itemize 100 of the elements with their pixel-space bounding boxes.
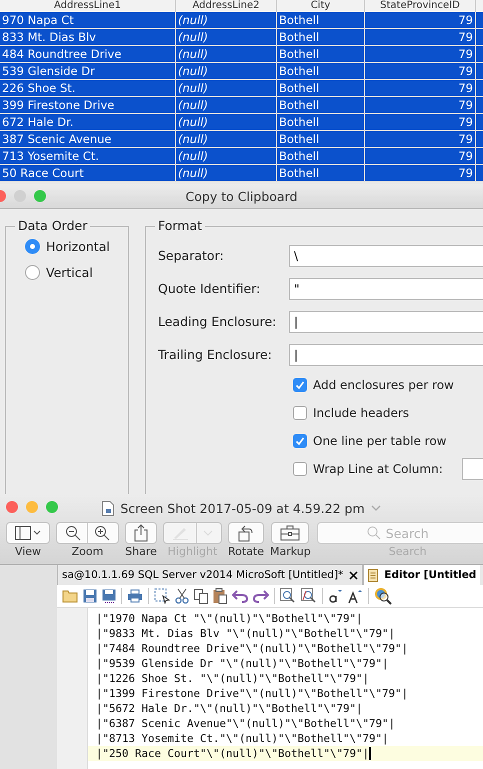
- table-cell: (null): [176, 97, 277, 113]
- table-cell: 79: [365, 46, 476, 62]
- table-row[interactable]: 226 Shoe St. (null) Bothell 79: [0, 80, 483, 97]
- copy-icon[interactable]: [194, 588, 208, 604]
- table-cell: 79: [365, 29, 476, 45]
- code-line: |"1399 Firestone Drive"\"(null)"\"Bothell"\"79"|: [96, 687, 408, 700]
- replace-icon[interactable]: [301, 588, 317, 604]
- code-line: |"1226 Shoe St. "\"(null)"\"Bothell"\"79"|: [96, 672, 370, 685]
- table-cell: 539 Glenside Dr: [0, 63, 176, 79]
- field-label: Leading Enclosure:: [158, 314, 278, 329]
- radio-button[interactable]: [25, 265, 40, 280]
- table-cell: 79: [365, 165, 476, 181]
- input-field[interactable]: \: [289, 244, 483, 266]
- table-cell: (null): [176, 131, 277, 147]
- checkbox[interactable]: [293, 378, 307, 392]
- table-cell: (null): [176, 165, 277, 181]
- toolbar-button[interactable]: [6, 522, 50, 544]
- radio-label[interactable]: Horizontal: [46, 239, 110, 254]
- table-cell: Bothell: [277, 97, 365, 113]
- table-row[interactable]: 672 Hale Dr. (null) Bothell 79: [0, 114, 483, 131]
- table-row[interactable]: 713 Yosemite Ct. (null) Bothell 79: [0, 148, 483, 165]
- font-smaller-icon[interactable]: [328, 588, 342, 604]
- table-cell: 79: [365, 148, 476, 164]
- table-cell: 79: [365, 63, 476, 79]
- table-row[interactable]: 50 Race Court (null) Bothell 79: [0, 165, 483, 182]
- table-cell: 833 Mt. Dias Blv: [0, 29, 176, 45]
- radio-option[interactable]: Horizontal: [25, 239, 128, 254]
- code-line: |"9539 Glenside Dr "\"(null)"\"Bothell"\"79"|: [96, 657, 389, 670]
- table-row[interactable]: 539 Glenside Dr (null) Bothell 79: [0, 63, 483, 80]
- select-icon[interactable]: [154, 588, 170, 604]
- code-line: |"250 Race Court"\"(null)"\"Bothell"\"79"|: [96, 747, 370, 760]
- table-cell: 79: [365, 80, 476, 96]
- table-row[interactable]: 399 Firestone Drive (null) Bothell 79: [0, 97, 483, 114]
- search-field[interactable]: Search: [316, 522, 483, 544]
- input-field[interactable]: |: [289, 344, 483, 366]
- rotate-icon: [237, 524, 255, 542]
- table-cell: 79: [365, 97, 476, 113]
- scissors-icon[interactable]: [175, 588, 189, 604]
- checkbox-label[interactable]: Add enclosures per row: [313, 378, 454, 392]
- checkbox[interactable]: [293, 434, 307, 448]
- editor-tab[interactable]: Editor [Untitled: [363, 565, 480, 585]
- save-icon[interactable]: [83, 589, 97, 603]
- chevron-icon: [203, 530, 213, 536]
- table-cell: 50 Race Court: [0, 165, 176, 181]
- table-cell: Bothell: [277, 80, 365, 96]
- field-label: Trailing Enclosure:: [158, 347, 273, 362]
- toolbar-label: Zoom: [72, 545, 104, 558]
- code-line: |"1970 Napa Ct "\"(null)"\"Bothell"\"79"|: [96, 612, 363, 625]
- toolbar-label: View: [14, 545, 42, 558]
- checkbox[interactable]: [293, 406, 307, 420]
- find-icon[interactable]: [280, 588, 296, 604]
- input-field[interactable]: |: [289, 310, 483, 332]
- folder-icon[interactable]: [62, 589, 78, 603]
- close-icon[interactable]: [349, 570, 358, 580]
- sidebar-icon: [15, 526, 41, 540]
- zoom-in-icon: [94, 525, 110, 541]
- radio-label[interactable]: Vertical: [46, 265, 93, 280]
- redo-icon[interactable]: [253, 589, 269, 603]
- paste-icon[interactable]: [213, 588, 227, 604]
- toolbar-label: Markup: [270, 545, 311, 558]
- font-larger-icon[interactable]: [347, 588, 363, 604]
- code-line: |"7484 Roundtree Drive"\"(null)"\"Bothell"\"79"|: [96, 642, 408, 655]
- printer-icon[interactable]: [127, 589, 143, 603]
- checkbox-label[interactable]: Include headers: [313, 406, 410, 420]
- checkbox[interactable]: [293, 462, 307, 476]
- save-icon[interactable]: [102, 589, 116, 603]
- table-row[interactable]: 833 Mt. Dias Blv (null) Bothell 79: [0, 29, 483, 46]
- checkbox-label[interactable]: Wrap Line at Column:: [313, 462, 443, 476]
- table-cell: (null): [176, 80, 277, 96]
- field-label: Quote Identifier:: [158, 281, 262, 296]
- toolbar-button[interactable]: [56, 522, 119, 544]
- input-field[interactable]: [462, 458, 483, 480]
- document-icon: [368, 568, 378, 582]
- toolbar-button[interactable]: [228, 522, 264, 544]
- document-icon: [102, 500, 114, 516]
- radio-button[interactable]: [25, 239, 40, 254]
- globe-search-icon[interactable]: [374, 587, 392, 605]
- table-cell: Bothell: [277, 165, 365, 181]
- toolbar-label: Rotate: [228, 545, 264, 558]
- table-row[interactable]: 484 Roundtree Drive (null) Bothell 79: [0, 46, 483, 63]
- table-row[interactable]: 387 Scenic Avenue (null) Bothell 79: [0, 131, 483, 148]
- undo-icon[interactable]: [232, 589, 248, 603]
- table-cell: Bothell: [277, 63, 365, 79]
- checkbox-label[interactable]: One line per table row: [313, 434, 446, 448]
- close-button[interactable]: [6, 501, 18, 513]
- table-cell: Bothell: [277, 29, 365, 45]
- table-cell: Bothell: [277, 46, 365, 62]
- radio-option[interactable]: Vertical: [25, 265, 128, 280]
- toolbar-button[interactable]: [271, 522, 310, 544]
- table-cell: Bothell: [277, 114, 365, 130]
- table-cell: Bothell: [277, 12, 365, 28]
- group-label: Data Order: [15, 218, 90, 233]
- toolbox-icon: [280, 525, 300, 541]
- code-line: |"9833 Mt. Dias Blv "\"(null)"\"Bothell"\"79"|: [96, 627, 396, 640]
- table-cell: Bothell: [277, 148, 365, 164]
- toolbar-button[interactable]: [125, 522, 157, 544]
- group-label: Format: [155, 218, 206, 233]
- window-title: Copy to Clipboard: [186, 188, 298, 204]
- input-field[interactable]: ": [289, 278, 483, 300]
- table-row[interactable]: 970 Napa Ct (null) Bothell 79: [0, 12, 483, 29]
